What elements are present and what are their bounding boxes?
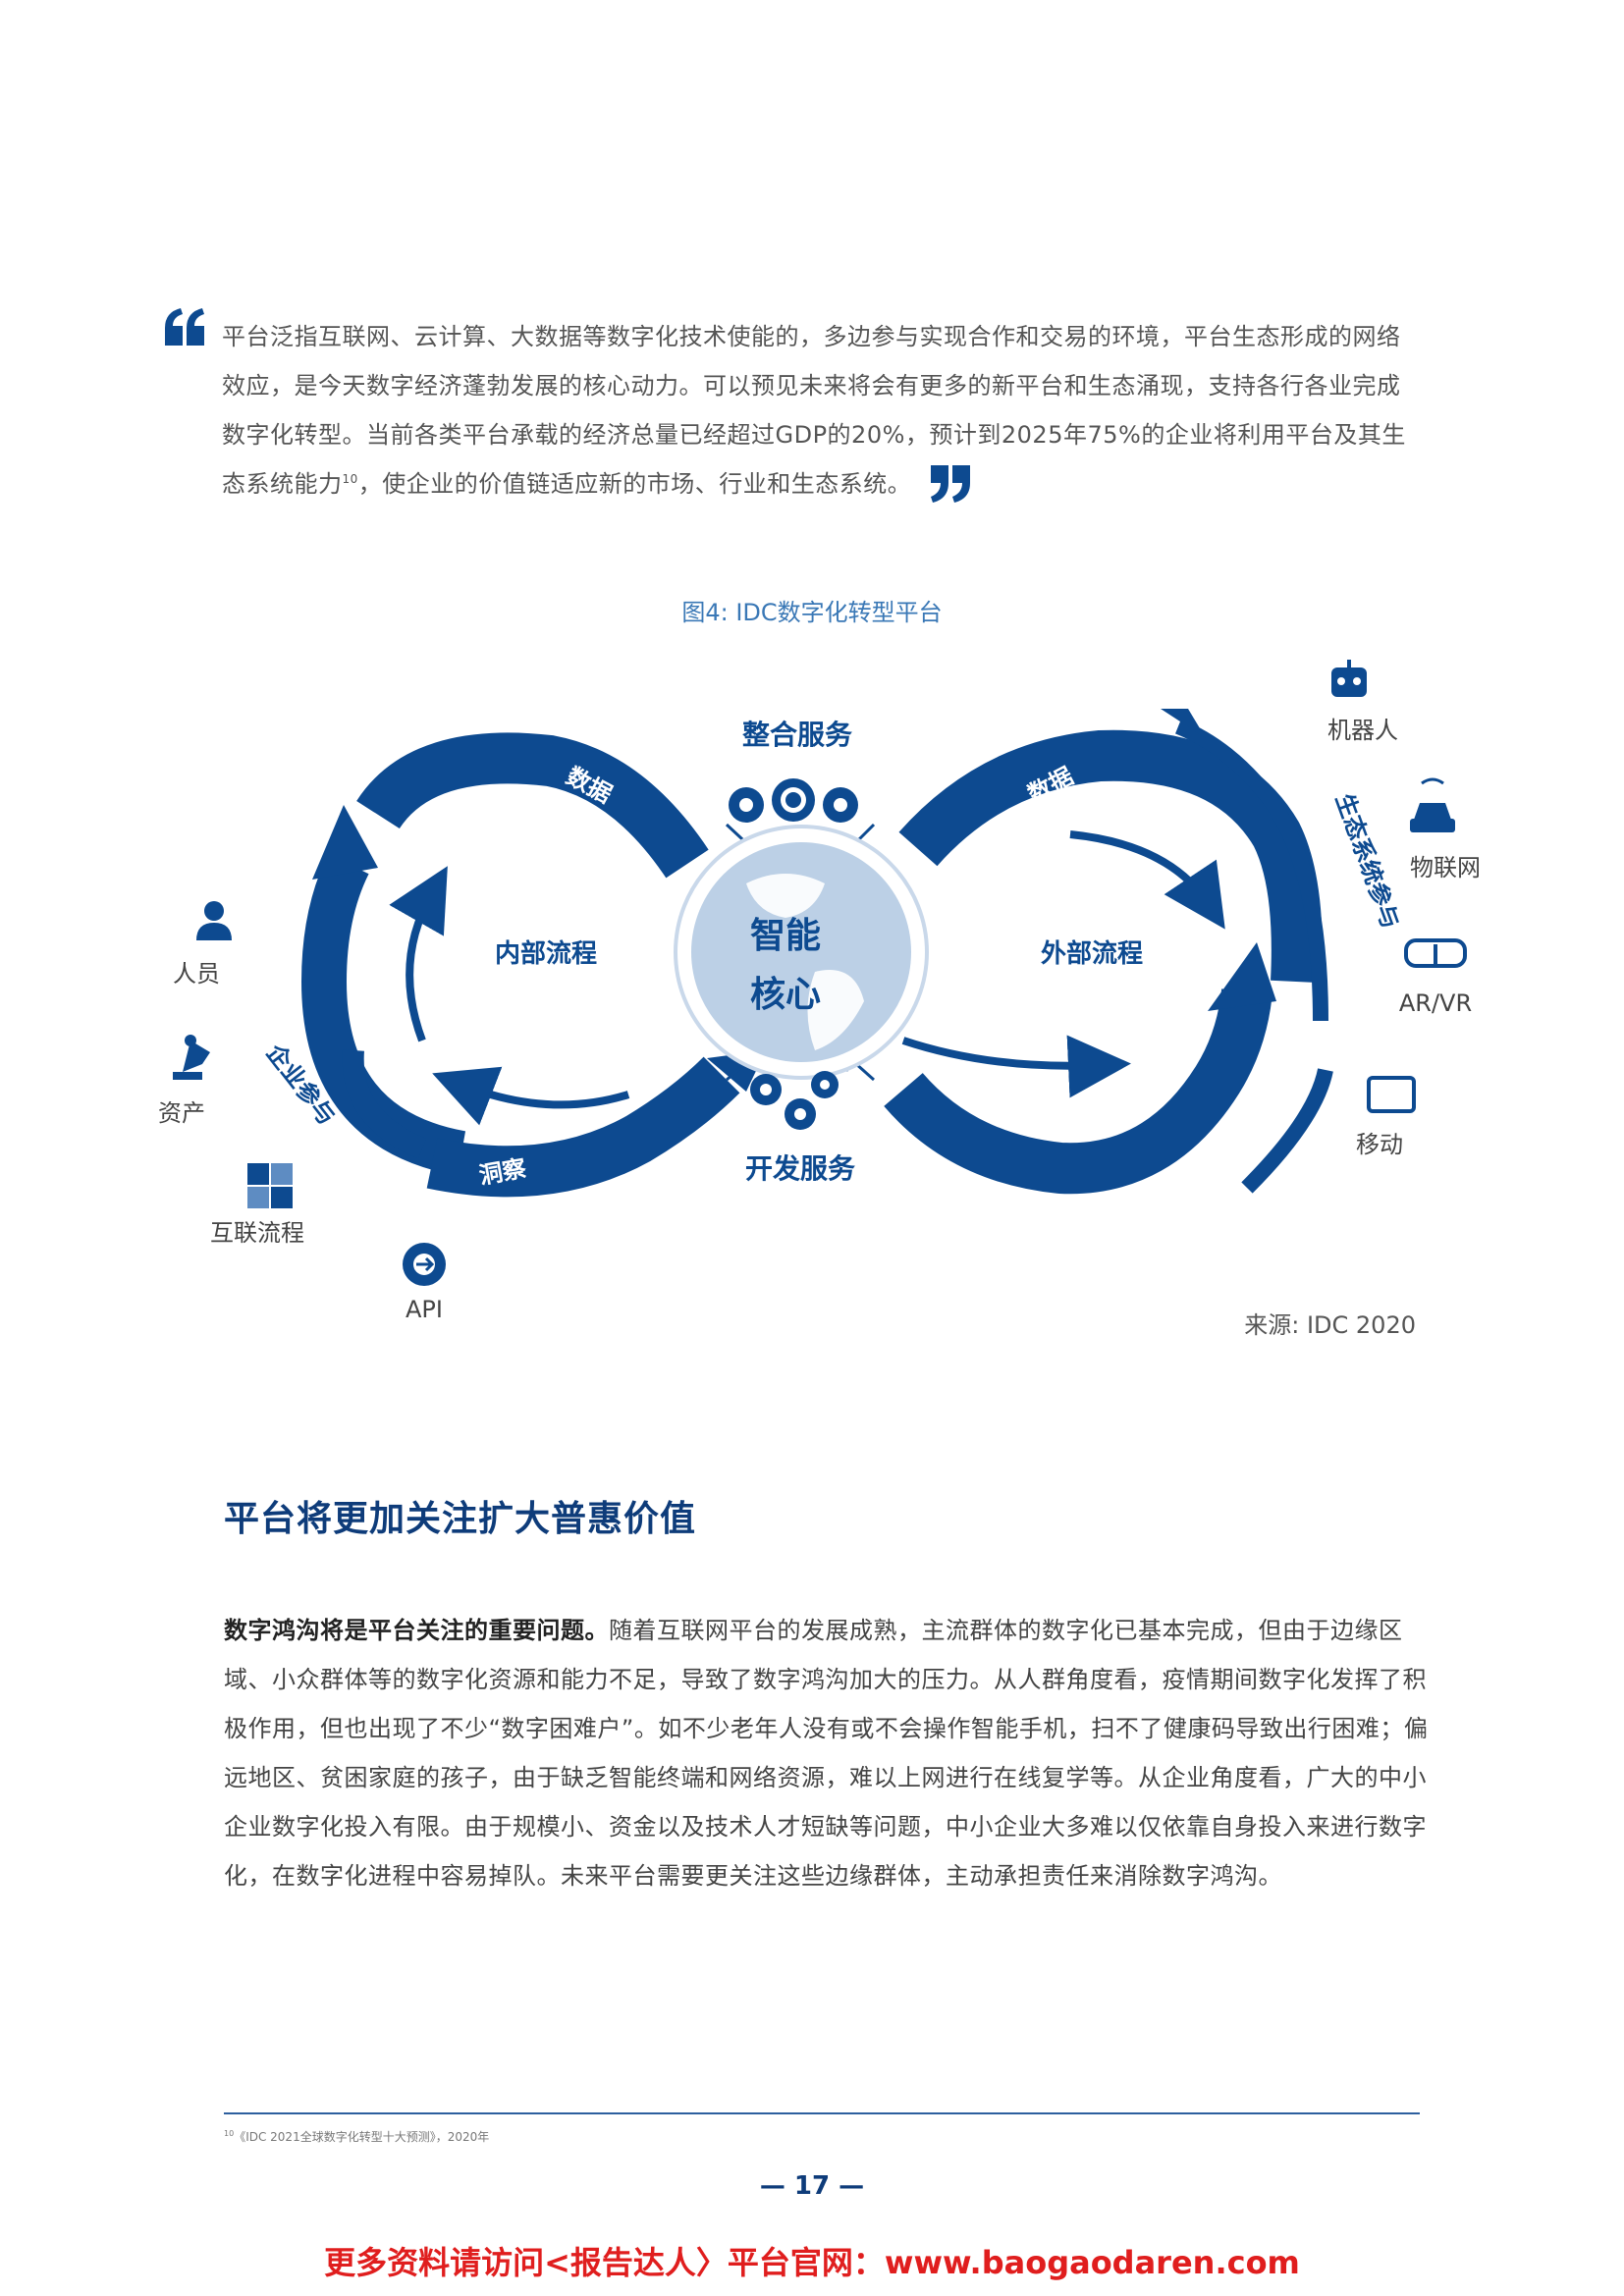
- footnote-ref: 10: [342, 472, 358, 486]
- close-quote-icon: [931, 465, 971, 503]
- right-loop-label: 外部流程: [1041, 939, 1143, 969]
- pull-quote: 平台泛指互联网、云计算、大数据等数字化技术使能的，多边参与实现合作和交易的环境，…: [165, 308, 1441, 508]
- body-lead: 数字鸿沟将是平台关注的重要问题。: [224, 1617, 609, 1644]
- open-quote-icon: [165, 308, 204, 346]
- right-outer-arc-bottom: [1241, 1068, 1333, 1194]
- section-title: 平台将更加关注扩大普惠价值: [224, 1499, 697, 1539]
- footnote-number: 10: [224, 2129, 235, 2138]
- bottom-gears-icon: [750, 1071, 839, 1130]
- robot-arm-icon: [173, 1035, 210, 1080]
- right-inner-arc-bottom: [901, 1035, 1131, 1098]
- right-item-iot: 物联网: [1410, 854, 1481, 881]
- footnote-text: 《IDC 2021全球数字化转型十大预测》，2020年: [234, 2130, 490, 2144]
- core-label-2: 核心: [750, 975, 821, 1015]
- left-loop-label: 内部流程: [495, 939, 597, 969]
- left-item-connected-process: 互联流程: [210, 1219, 304, 1247]
- left-item-api: API: [406, 1296, 443, 1323]
- tablet-icon: [1367, 1076, 1416, 1113]
- quote-line-3: 数字化转型。当前各类平台承载的经济总量已经超过GDP的20%，预计到2025年7…: [222, 421, 1406, 449]
- page-number: — 17 —: [759, 2171, 865, 2201]
- footnote: 10《IDC 2021全球数字化转型十大预测》，2020年: [224, 2128, 489, 2145]
- quote-text: 平台泛指互联网、云计算、大数据等数字化技术使能的，多边参与实现合作和交易的环境，…: [222, 312, 1441, 508]
- bottom-service-label: 开发服务: [745, 1152, 855, 1185]
- body-paragraph: 数字鸿沟将是平台关注的重要问题。随着互联网平台的发展成熟，主流群体的数字化已基本…: [224, 1606, 1430, 1900]
- ecosystem-label: 生态系统参与: [1330, 790, 1405, 933]
- left-outer-arc: [300, 853, 466, 1176]
- right-action-band: [884, 988, 1272, 1195]
- footnote-divider: [224, 2112, 1420, 2114]
- right-item-robot: 机器人: [1327, 717, 1398, 744]
- left-inner-arc-up: [389, 866, 448, 1042]
- robot-icon: [1331, 660, 1367, 697]
- quote-line-4: 态系统能力: [222, 470, 343, 498]
- idc-platform-diagram: 智能 核心 整合服务 开发服务 内部流程 外部流程 数据 数据 洞察 行动 企业…: [158, 660, 1481, 1323]
- quote-line-4-tail: ，使企业的价值链适应新的市场、行业和生态系统。: [357, 470, 912, 498]
- right-inner-arc-top: [1069, 830, 1225, 930]
- top-gears-icon: [729, 778, 858, 823]
- figure-source: 来源: IDC 2020: [1244, 1311, 1416, 1339]
- action-arrowhead: [1208, 942, 1276, 1011]
- right-item-arvr: AR/VR: [1399, 989, 1472, 1017]
- left-item-people: 人员: [173, 960, 220, 988]
- quote-line-2: 效应，是今天数字经济蓬勃发展的核心动力。可以预见未来将会有更多的新平台和生态涌现…: [222, 372, 1401, 400]
- puzzle-icon: [247, 1163, 293, 1208]
- promo-banner[interactable]: 更多资料请访问<报告达人〉平台官网：www.baogaodaren.com: [0, 2238, 1624, 2283]
- connected-car-icon: [1410, 777, 1455, 832]
- person-icon: [196, 901, 232, 940]
- vr-goggles-icon: [1404, 938, 1467, 968]
- body-text: 随着互联网平台的发展成熟，主流群体的数字化已基本完成，但由于边缘区域、小众群体等…: [224, 1617, 1429, 1890]
- gear-api-icon: [403, 1243, 446, 1286]
- left-item-assets: 资产: [158, 1099, 205, 1127]
- core-label-1: 智能: [750, 916, 821, 956]
- right-item-mobile: 移动: [1356, 1131, 1403, 1158]
- top-service-label: 整合服务: [742, 719, 852, 751]
- figure-caption: 图4: IDC数字化转型平台: [681, 599, 943, 626]
- quote-line-1: 平台泛指互联网、云计算、大数据等数字化技术使能的，多边参与实现合作和交易的环境，…: [222, 323, 1401, 350]
- left-outer-arrowhead: [312, 805, 378, 880]
- left-inner-arc-bottom: [432, 1066, 630, 1126]
- left-data-band: [356, 732, 709, 879]
